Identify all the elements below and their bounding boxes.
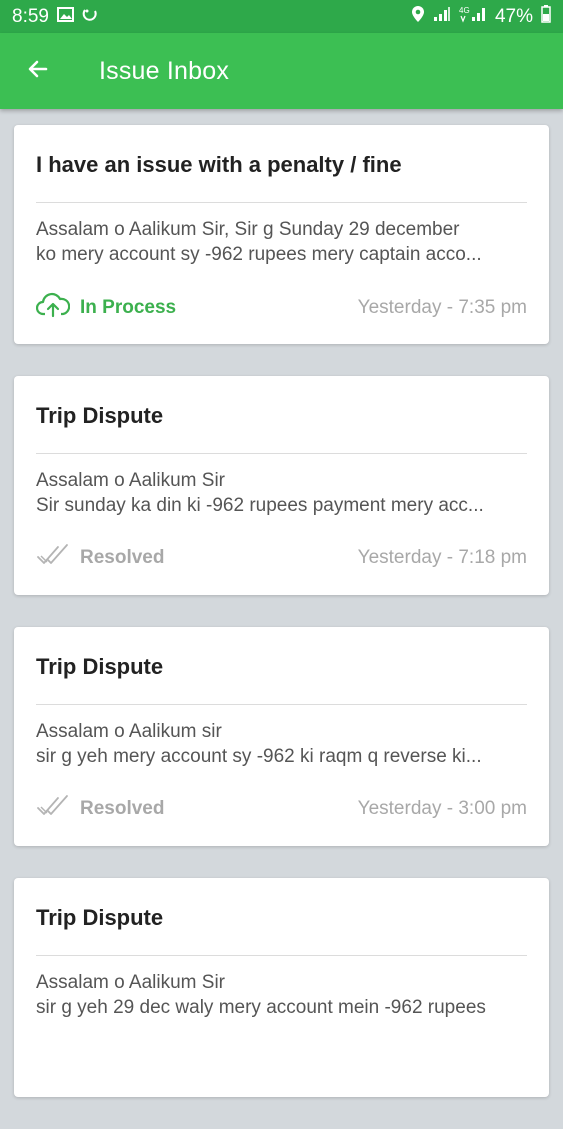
issue-card[interactable]: Trip Dispute Assalam o Aalikum sir sir g…	[14, 627, 549, 846]
issue-timestamp: Yesterday - 7:35 pm	[357, 297, 527, 318]
status-label: Resolved	[80, 798, 165, 819]
issue-footer: In Process Yesterday - 7:35 pm	[35, 292, 527, 324]
issue-timestamp: Yesterday - 7:18 pm	[357, 547, 527, 568]
battery-icon	[541, 4, 551, 29]
issue-preview-line: ko mery account sy -962 rupees mery capt…	[36, 244, 482, 265]
issue-footer: Resolved Yesterday - 3:00 pm	[36, 794, 527, 824]
status-in-process: In Process	[35, 292, 177, 324]
location-icon	[411, 5, 425, 29]
issue-title: I have an issue with a penalty / fine	[36, 152, 402, 177]
issue-title: Trip Dispute	[36, 905, 164, 930]
divider	[36, 202, 527, 203]
divider	[36, 704, 527, 705]
svg-text:4G: 4G	[459, 6, 470, 15]
issue-preview-line: Assalam o Aalikum Sir, Sir g Sunday 29 d…	[36, 219, 460, 240]
status-time: 8:59	[12, 5, 49, 27]
issue-preview-line: Sir sunday ka din ki -962 rupees payment…	[36, 495, 484, 516]
battery-percent: 47%	[494, 5, 533, 27]
status-label: Resolved	[80, 547, 165, 568]
issue-preview-line: Assalam o Aalikum sir	[36, 721, 222, 742]
issue-list: I have an issue with a penalty / fine As…	[14, 125, 549, 1129]
cloud-upload-icon	[35, 292, 71, 324]
app-bar: Issue Inbox	[0, 33, 563, 109]
issue-timestamp: Yesterday - 3:00 pm	[357, 798, 527, 819]
signal-icon	[433, 6, 451, 28]
issue-preview: Assalam o Aalikum Sir Sir sunday ka din …	[36, 468, 527, 518]
status-label: In Process	[80, 297, 177, 318]
issue-card[interactable]: I have an issue with a penalty / fine As…	[14, 125, 549, 344]
divider	[36, 453, 527, 454]
back-button[interactable]	[15, 48, 61, 94]
issue-preview-line: Assalam o Aalikum Sir	[36, 972, 226, 993]
divider	[36, 955, 527, 956]
issue-preview-line: Assalam o Aalikum Sir	[36, 470, 226, 491]
issue-title: Trip Dispute	[36, 403, 164, 428]
issue-title: Trip Dispute	[36, 654, 164, 679]
issue-preview: Assalam o Aalikum Sir sir g yeh 29 dec w…	[36, 970, 527, 1020]
issue-preview: Assalam o Aalikum Sir, Sir g Sunday 29 d…	[36, 217, 527, 267]
status-bar: 8:59 4G 47%	[0, 0, 563, 33]
double-check-icon	[36, 794, 70, 824]
status-resolved: Resolved	[36, 794, 164, 824]
status-resolved: Resolved	[36, 543, 164, 573]
issue-card[interactable]: Trip Dispute Assalam o Aalikum Sir Sir s…	[14, 376, 549, 595]
issue-preview-line: sir g yeh 29 dec waly mery account mein …	[36, 997, 486, 1018]
lte-signal-icon: 4G	[459, 5, 487, 29]
issue-preview: Assalam o Aalikum sir sir g yeh mery acc…	[36, 719, 527, 769]
gallery-icon	[56, 6, 74, 28]
arrow-left-icon	[26, 57, 50, 86]
issue-card[interactable]: Trip Dispute Assalam o Aalikum Sir sir g…	[14, 878, 549, 1097]
page-title: Issue Inbox	[99, 56, 230, 85]
issue-footer: Resolved Yesterday - 7:18 pm	[36, 543, 527, 573]
issue-preview-line: sir g yeh mery account sy -962 ki raqm q…	[36, 746, 482, 767]
double-check-icon	[36, 543, 70, 573]
sync-icon	[82, 6, 98, 28]
